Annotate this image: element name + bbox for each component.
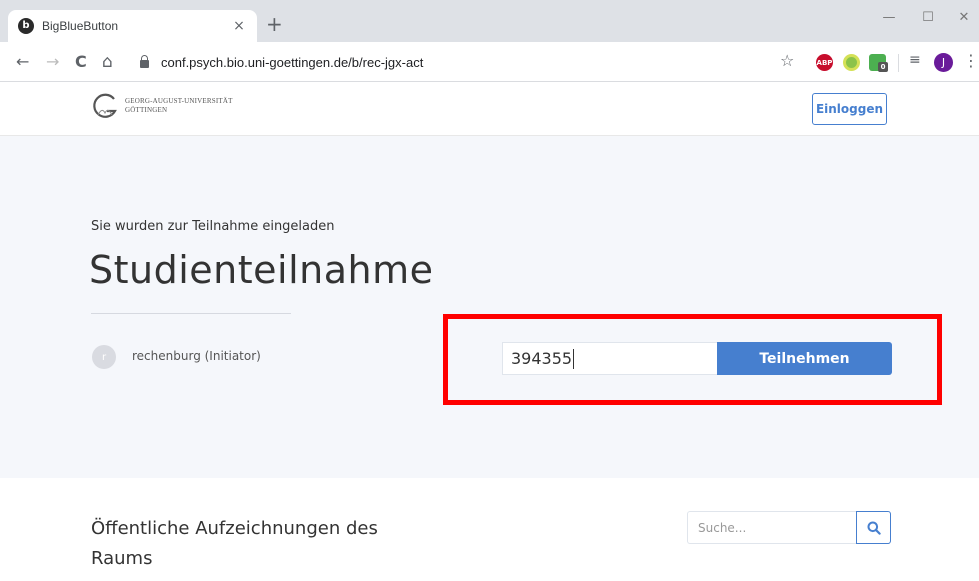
- bookmark-star-icon[interactable]: ☆: [780, 51, 794, 70]
- address-bar[interactable]: conf.psych.bio.uni-goettingen.de/b/rec-j…: [128, 48, 808, 76]
- green-extension-icon[interactable]: [843, 54, 860, 71]
- profile-avatar[interactable]: J: [934, 53, 953, 72]
- tab-close-icon[interactable]: ×: [231, 18, 247, 34]
- browser-tab-strip: b BigBlueButton × + — ☐ ✕: [0, 0, 979, 42]
- recordings-section: Öffentliche Aufzeichnungen des Raums Suc…: [0, 478, 979, 581]
- text-caret: [573, 348, 575, 369]
- lock-icon: [140, 55, 149, 68]
- logo-line-2: GÖTTINGEN: [125, 106, 168, 114]
- window-close-icon[interactable]: ✕: [949, 10, 979, 25]
- join-name-value: 394355: [511, 349, 573, 368]
- forward-arrow-icon[interactable]: →: [46, 53, 59, 71]
- site-header: GEORG-AUGUST-UNIVERSITÄT GÖTTINGEN Einlo…: [0, 82, 979, 136]
- bigbluebutton-favicon-icon: b: [18, 18, 34, 34]
- maximize-icon[interactable]: ☐: [913, 10, 943, 25]
- search-placeholder: Suche...: [698, 520, 747, 535]
- room-title: Studienteilnahme: [89, 248, 434, 292]
- owner-name: rechenburg (Initiator): [132, 349, 261, 363]
- check-extension-icon[interactable]: 0: [869, 54, 888, 72]
- login-button[interactable]: Einloggen: [812, 93, 887, 125]
- extension-badge: 0: [878, 62, 888, 72]
- join-button[interactable]: Teilnehmen: [717, 342, 892, 375]
- room-hero: Sie wurden zur Teilnahme eingeladen Stud…: [0, 136, 979, 478]
- title-divider: [91, 313, 291, 314]
- address-url: conf.psych.bio.uni-goettingen.de/b/rec-j…: [161, 54, 424, 70]
- browser-menu-icon[interactable]: ⋮: [963, 51, 979, 70]
- join-name-input[interactable]: 394355: [502, 342, 718, 375]
- owner-avatar: r: [92, 345, 116, 369]
- recordings-title: Öffentliche Aufzeichnungen des Raums: [91, 518, 378, 569]
- tab-title: BigBlueButton: [42, 19, 119, 33]
- university-logo[interactable]: GEORG-AUGUST-UNIVERSITÄT GÖTTINGEN: [90, 91, 233, 121]
- logo-line-1: GEORG-AUGUST-UNIVERSITÄT: [125, 97, 233, 105]
- home-icon[interactable]: ⌂: [102, 53, 113, 71]
- recordings-search-input[interactable]: Suche...: [687, 511, 857, 544]
- browser-tab[interactable]: b BigBlueButton ×: [8, 10, 257, 42]
- minimize-icon[interactable]: —: [874, 10, 904, 25]
- invite-text: Sie wurden zur Teilnahme eingeladen: [91, 219, 335, 234]
- reload-icon[interactable]: C: [75, 53, 87, 71]
- reading-list-icon[interactable]: ≡: [909, 52, 921, 68]
- new-tab-button[interactable]: +: [266, 14, 283, 34]
- search-icon: [867, 521, 881, 535]
- browser-toolbar: ← → C ⌂ conf.psych.bio.uni-goettingen.de…: [0, 42, 979, 82]
- toolbar-divider: [898, 54, 899, 72]
- university-seal-icon: [93, 93, 117, 118]
- search-button[interactable]: [856, 511, 891, 544]
- back-arrow-icon[interactable]: ←: [16, 53, 29, 71]
- adblock-extension-icon[interactable]: ABP: [816, 54, 833, 71]
